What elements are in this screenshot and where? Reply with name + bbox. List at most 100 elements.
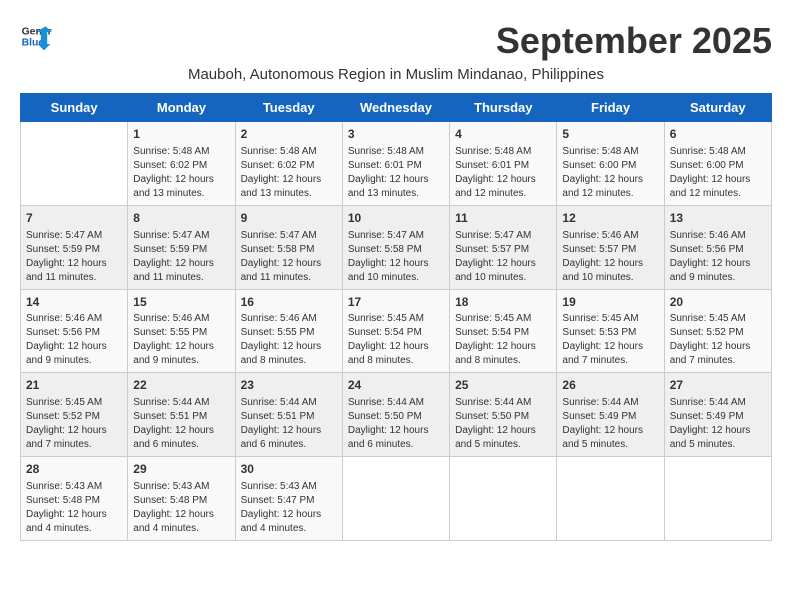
calendar-week-5: 28 Sunrise: 5:43 AM Sunset: 5:48 PM Dayli… — [21, 457, 772, 541]
cell-content: Sunrise: 5:45 AM Sunset: 5:54 PM Dayligh… — [348, 312, 444, 368]
calendar-cell: 25 Sunrise: 5:44 AM Sunset: 5:50 PM Dayli… — [450, 373, 557, 457]
day-number: 19 — [562, 294, 658, 311]
cell-content: Sunrise: 5:47 AM Sunset: 5:59 PM Dayligh… — [133, 229, 229, 285]
day-number: 11 — [455, 210, 551, 227]
page-header: General Blue September 2025 — [20, 20, 772, 62]
cell-content: Sunrise: 5:47 AM Sunset: 5:59 PM Dayligh… — [26, 229, 122, 285]
day-number: 3 — [348, 126, 444, 143]
cell-content: Sunrise: 5:44 AM Sunset: 5:49 PM Dayligh… — [670, 396, 766, 452]
calendar-cell: 24 Sunrise: 5:44 AM Sunset: 5:50 PM Dayli… — [342, 373, 449, 457]
day-number: 28 — [26, 461, 122, 478]
day-number: 2 — [241, 126, 337, 143]
day-number: 9 — [241, 210, 337, 227]
cell-content: Sunrise: 5:46 AM Sunset: 5:56 PM Dayligh… — [26, 312, 122, 368]
calendar-cell: 19Sunrise: 5:45 AM Sunset: 5:53 PM Dayli… — [557, 289, 664, 373]
day-number: 20 — [670, 294, 766, 311]
calendar-cell: 23Sunrise: 5:44 AM Sunset: 5:51 PM Dayli… — [235, 373, 342, 457]
cell-content: Sunrise: 5:46 AM Sunset: 5:56 PM Dayligh… — [670, 229, 766, 285]
calendar-cell: 26Sunrise: 5:44 AM Sunset: 5:49 PM Dayli… — [557, 373, 664, 457]
calendar-cell: 9Sunrise: 5:47 AM Sunset: 5:58 PM Daylig… — [235, 205, 342, 289]
calendar-cell: 30 Sunrise: 5:43 AM Sunset: 5:47 PM Dayli… — [235, 457, 342, 541]
weekday-friday: Friday — [557, 94, 664, 122]
calendar-week-4: 21 Sunrise: 5:45 AM Sunset: 5:52 PM Dayli… — [21, 373, 772, 457]
cell-content: Sunrise: 5:47 AM Sunset: 5:57 PM Dayligh… — [455, 229, 551, 285]
cell-content: Sunrise: 5:43 AM Sunset: 5:48 PM Dayligh… — [133, 480, 229, 536]
calendar-cell: 10 Sunrise: 5:47 AM Sunset: 5:58 PM Dayli… — [342, 205, 449, 289]
weekday-monday: Monday — [128, 94, 235, 122]
logo-icon: General Blue — [20, 20, 52, 52]
weekday-tuesday: Tuesday — [235, 94, 342, 122]
day-number: 30 — [241, 461, 337, 478]
cell-content: Sunrise: 5:44 AM Sunset: 5:51 PM Dayligh… — [241, 396, 337, 452]
calendar-cell: 3 Sunrise: 5:48 AM Sunset: 6:01 PM Daylig… — [342, 122, 449, 206]
calendar-cell — [664, 457, 771, 541]
month-title: September 2025 — [496, 20, 772, 62]
day-number: 21 — [26, 377, 122, 394]
cell-content: Sunrise: 5:48 AM Sunset: 6:00 PM Dayligh… — [670, 145, 766, 201]
calendar-cell: 14Sunrise: 5:46 AM Sunset: 5:56 PM Dayli… — [21, 289, 128, 373]
calendar-cell: 28 Sunrise: 5:43 AM Sunset: 5:48 PM Dayli… — [21, 457, 128, 541]
day-number: 14 — [26, 294, 122, 311]
calendar-cell — [557, 457, 664, 541]
cell-content: Sunrise: 5:47 AM Sunset: 5:58 PM Dayligh… — [348, 229, 444, 285]
cell-content: Sunrise: 5:48 AM Sunset: 6:01 PM Dayligh… — [348, 145, 444, 201]
calendar-cell — [342, 457, 449, 541]
day-number: 15 — [133, 294, 229, 311]
day-number: 8 — [133, 210, 229, 227]
cell-content: Sunrise: 5:48 AM Sunset: 6:02 PM Dayligh… — [241, 145, 337, 201]
cell-content: Sunrise: 5:48 AM Sunset: 6:02 PM Dayligh… — [133, 145, 229, 201]
calendar-cell: 11 Sunrise: 5:47 AM Sunset: 5:57 PM Dayli… — [450, 205, 557, 289]
cell-content: Sunrise: 5:44 AM Sunset: 5:50 PM Dayligh… — [348, 396, 444, 452]
calendar-cell: 16Sunrise: 5:46 AM Sunset: 5:55 PM Dayli… — [235, 289, 342, 373]
calendar-cell: 1 Sunrise: 5:48 AM Sunset: 6:02 PM Daylig… — [128, 122, 235, 206]
weekday-header-row: SundayMondayTuesdayWednesdayThursdayFrid… — [21, 94, 772, 122]
cell-content: Sunrise: 5:46 AM Sunset: 5:55 PM Dayligh… — [241, 312, 337, 368]
subtitle: Mauboh, Autonomous Region in Muslim Mind… — [20, 66, 772, 83]
weekday-wednesday: Wednesday — [342, 94, 449, 122]
day-number: 4 — [455, 126, 551, 143]
calendar-cell: 20Sunrise: 5:45 AM Sunset: 5:52 PM Dayli… — [664, 289, 771, 373]
calendar-cell — [450, 457, 557, 541]
day-number: 16 — [241, 294, 337, 311]
cell-content: Sunrise: 5:46 AM Sunset: 5:55 PM Dayligh… — [133, 312, 229, 368]
cell-content: Sunrise: 5:44 AM Sunset: 5:49 PM Dayligh… — [562, 396, 658, 452]
calendar-cell: 6 Sunrise: 5:48 AM Sunset: 6:00 PM Daylig… — [664, 122, 771, 206]
cell-content: Sunrise: 5:48 AM Sunset: 6:01 PM Dayligh… — [455, 145, 551, 201]
day-number: 1 — [133, 126, 229, 143]
calendar-week-3: 14Sunrise: 5:46 AM Sunset: 5:56 PM Dayli… — [21, 289, 772, 373]
calendar-cell: 17Sunrise: 5:45 AM Sunset: 5:54 PM Dayli… — [342, 289, 449, 373]
cell-content: Sunrise: 5:48 AM Sunset: 6:00 PM Dayligh… — [562, 145, 658, 201]
cell-content: Sunrise: 5:44 AM Sunset: 5:50 PM Dayligh… — [455, 396, 551, 452]
cell-content: Sunrise: 5:43 AM Sunset: 5:47 PM Dayligh… — [241, 480, 337, 536]
cell-content: Sunrise: 5:46 AM Sunset: 5:57 PM Dayligh… — [562, 229, 658, 285]
calendar-cell: 21 Sunrise: 5:45 AM Sunset: 5:52 PM Dayli… — [21, 373, 128, 457]
day-number: 25 — [455, 377, 551, 394]
calendar-cell — [21, 122, 128, 206]
day-number: 7 — [26, 210, 122, 227]
calendar-cell: 18Sunrise: 5:45 AM Sunset: 5:54 PM Dayli… — [450, 289, 557, 373]
calendar-cell: 5Sunrise: 5:48 AM Sunset: 6:00 PM Daylig… — [557, 122, 664, 206]
calendar-cell: 22Sunrise: 5:44 AM Sunset: 5:51 PM Dayli… — [128, 373, 235, 457]
calendar-body: 1 Sunrise: 5:48 AM Sunset: 6:02 PM Daylig… — [21, 122, 772, 541]
cell-content: Sunrise: 5:45 AM Sunset: 5:52 PM Dayligh… — [670, 312, 766, 368]
calendar-cell: 2 Sunrise: 5:48 AM Sunset: 6:02 PM Daylig… — [235, 122, 342, 206]
cell-content: Sunrise: 5:43 AM Sunset: 5:48 PM Dayligh… — [26, 480, 122, 536]
day-number: 29 — [133, 461, 229, 478]
day-number: 17 — [348, 294, 444, 311]
calendar-cell: 7 Sunrise: 5:47 AM Sunset: 5:59 PM Daylig… — [21, 205, 128, 289]
calendar-cell: 15Sunrise: 5:46 AM Sunset: 5:55 PM Dayli… — [128, 289, 235, 373]
day-number: 6 — [670, 126, 766, 143]
cell-content: Sunrise: 5:45 AM Sunset: 5:52 PM Dayligh… — [26, 396, 122, 452]
logo: General Blue — [20, 20, 52, 52]
day-number: 10 — [348, 210, 444, 227]
calendar-cell: 27 Sunrise: 5:44 AM Sunset: 5:49 PM Dayli… — [664, 373, 771, 457]
calendar-week-2: 7 Sunrise: 5:47 AM Sunset: 5:59 PM Daylig… — [21, 205, 772, 289]
day-number: 24 — [348, 377, 444, 394]
day-number: 13 — [670, 210, 766, 227]
day-number: 18 — [455, 294, 551, 311]
cell-content: Sunrise: 5:45 AM Sunset: 5:54 PM Dayligh… — [455, 312, 551, 368]
day-number: 27 — [670, 377, 766, 394]
cell-content: Sunrise: 5:45 AM Sunset: 5:53 PM Dayligh… — [562, 312, 658, 368]
day-number: 12 — [562, 210, 658, 227]
calendar-week-1: 1 Sunrise: 5:48 AM Sunset: 6:02 PM Daylig… — [21, 122, 772, 206]
